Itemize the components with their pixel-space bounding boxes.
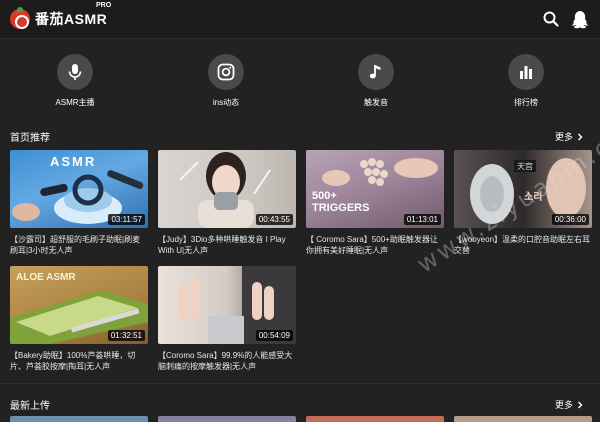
section-divider bbox=[0, 383, 600, 384]
video-thumbnail-peek[interactable] bbox=[158, 416, 296, 422]
category-label: ASMR主播 bbox=[55, 98, 95, 107]
music-note-icon bbox=[369, 65, 381, 79]
video-thumbnail-peek[interactable] bbox=[306, 416, 444, 422]
video-title[interactable]: 【Bakery助眠】100%芦荟哄睡，切片、芦荟胶按摩|掏耳|无人声 bbox=[10, 350, 148, 372]
category-icon-circle bbox=[358, 54, 394, 90]
video-thumbnail[interactable]: ASMR 03:11:57 bbox=[10, 150, 148, 228]
microphone-icon bbox=[68, 64, 82, 80]
qq-penguin-icon[interactable] bbox=[570, 9, 590, 29]
app-header: 番茄ASMR PRO bbox=[0, 0, 600, 39]
home-section-title: 首页推荐 bbox=[10, 133, 50, 144]
video-thumbnail[interactable]: 500+ TRIGGERS 01:13:01 bbox=[306, 150, 444, 228]
thumbnail-caption: ASMR bbox=[50, 154, 97, 169]
tomato-logo-icon bbox=[10, 7, 30, 29]
category-icon-circle bbox=[57, 54, 93, 90]
more-label: 更多 bbox=[555, 132, 574, 142]
category-label: 触发音 bbox=[364, 98, 388, 107]
video-card[interactable]: 00:43:55 【Judy】3Dio多种哄睡触发音 I Play With U… bbox=[158, 150, 296, 256]
instagram-icon bbox=[217, 63, 235, 81]
search-icon[interactable] bbox=[541, 9, 561, 29]
category-icon-circle bbox=[508, 54, 544, 90]
video-card[interactable]: 500+ TRIGGERS 01:13:01 【 Coromo Sara】500… bbox=[306, 150, 444, 256]
video-duration: 01:13:01 bbox=[403, 214, 441, 225]
video-card[interactable]: 00:54:09 【Coromo Sara】99.9%的人能感受大脑刺痛的按摩触… bbox=[158, 266, 296, 372]
category-rankings[interactable]: 排行榜 bbox=[486, 54, 566, 110]
category-ins-feed[interactable]: ins动态 bbox=[186, 54, 266, 110]
latest-more-link[interactable]: 更多 bbox=[555, 398, 584, 411]
video-duration: 03:11:57 bbox=[108, 214, 145, 225]
more-label: 更多 bbox=[555, 400, 574, 410]
thumbnail-caption: ALOE ASMR bbox=[16, 272, 76, 283]
video-thumbnail[interactable]: 00:43:55 bbox=[158, 150, 296, 228]
video-title[interactable]: 【Coromo Sara】99.9%的人能感受大脑刺痛的按摩触发器|无人声 bbox=[158, 350, 296, 372]
video-thumbnail-peek[interactable] bbox=[454, 416, 592, 422]
thumbnail-caption: 500+ TRIGGERS bbox=[312, 190, 370, 214]
video-card[interactable]: ASMR 03:11:57 【沙露司】超舒服的毛刷子助眠|刷麦刷耳|3小时无人声 bbox=[10, 150, 148, 256]
category-label: ins动态 bbox=[212, 98, 240, 107]
latest-section-title: 最新上传 bbox=[10, 401, 50, 412]
video-duration: 01:32:51 bbox=[107, 330, 145, 341]
bar-chart-icon bbox=[520, 66, 532, 79]
category-asmr-streamers[interactable]: ASMR主播 bbox=[35, 54, 115, 110]
svg-text:天宫: 天宫 bbox=[517, 161, 533, 171]
video-duration: 00:36:00 bbox=[551, 214, 589, 225]
pro-badge: PRO bbox=[96, 2, 112, 9]
chevron-right-icon bbox=[578, 401, 583, 408]
category-label: 排行榜 bbox=[514, 98, 538, 107]
video-duration: 00:43:55 bbox=[255, 214, 293, 225]
video-thumbnail[interactable]: ALOE ASMR 01:32:51 bbox=[10, 266, 148, 344]
video-title[interactable]: 【沙露司】超舒服的毛刷子助眠|刷麦刷耳|3小时无人声 bbox=[10, 234, 148, 256]
video-card[interactable]: ALOE ASMR 01:32:51 【Bakery助眠】100%芦荟哄睡，切片… bbox=[10, 266, 148, 372]
category-triggers[interactable]: 触发音 bbox=[336, 54, 416, 110]
video-thumbnail-peek[interactable] bbox=[10, 416, 148, 422]
app-logo[interactable]: 番茄ASMR bbox=[10, 7, 108, 30]
logo-text: 番茄ASMR bbox=[35, 11, 108, 27]
video-title[interactable]: 【Judy】3Dio多种哄睡触发音 I Play With U|无人声 bbox=[158, 234, 296, 256]
category-icon-circle bbox=[208, 54, 244, 90]
video-thumbnail[interactable]: 00:54:09 bbox=[158, 266, 296, 344]
home-more-link[interactable]: 更多 bbox=[555, 130, 584, 143]
chevron-right-icon bbox=[578, 133, 583, 140]
video-duration: 00:54:09 bbox=[255, 330, 293, 341]
